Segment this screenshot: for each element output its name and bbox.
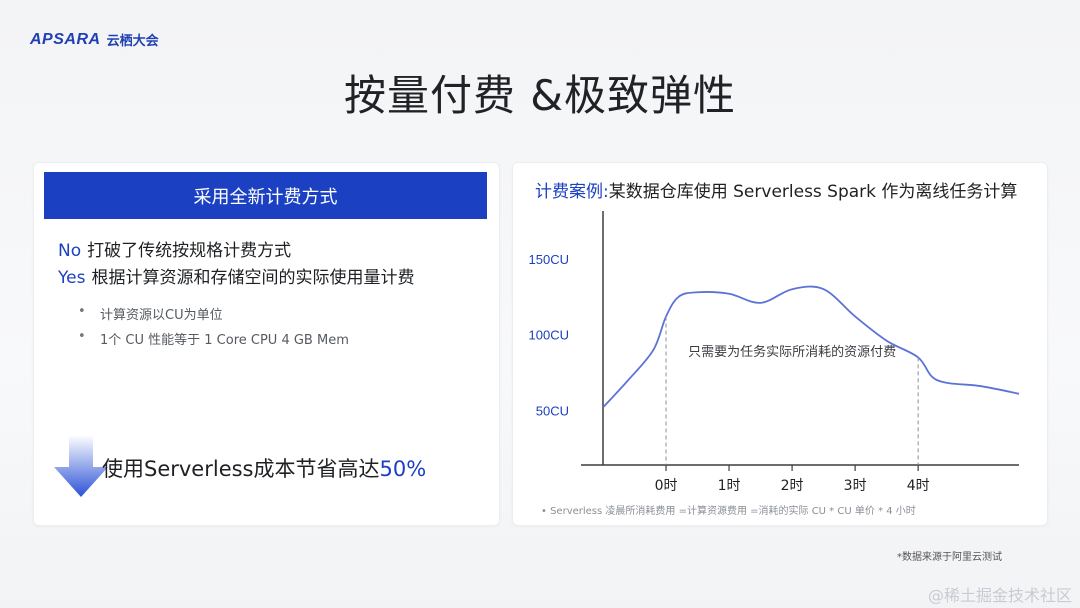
chart-annotation: 只需要为任务实际所消耗的资源付费 <box>688 344 896 360</box>
bullet-cu-unit: 计算资源以CU为单位 <box>78 304 223 323</box>
savings-text: 使用Serverless成本节省高达50% <box>102 453 426 483</box>
savings-value: 50% <box>379 457 427 481</box>
no-keyword: No <box>58 241 82 261</box>
logo-mark: APSARA <box>30 30 101 48</box>
billing-method-header: 采用全新计费方式 <box>44 172 487 219</box>
slide-title: 按量付费 &极致弹性 <box>343 71 737 120</box>
x-tick-label: 2时 <box>781 478 804 494</box>
x-tick-label: 0时 <box>655 478 678 494</box>
logo: APSARA 云栖大会 <box>30 30 159 50</box>
savings-prefix: 使用Serverless成本节省高达 <box>102 457 380 481</box>
watermark: @稀土掘金技术社区 <box>927 586 1072 605</box>
yes-line: Yes 根据计算资源和存储空间的实际使用量计费 <box>58 263 414 288</box>
no-line: No 打破了传统按规格计费方式 <box>58 236 291 261</box>
cu-usage-chart: 150CU 100CU 50CU 0时 1时 2时 3时 4时 只需要为任务实际所消耗的资源付费 <box>529 211 1020 494</box>
billing-method-panel: 采用全新计费方式 No 打破了传统按规格计费方式 Yes 根据计算资源和存储空间的实… <box>33 162 500 526</box>
yes-keyword: Yes <box>58 268 86 288</box>
no-text: 打破了传统按规格计费方式 <box>87 241 292 261</box>
y-tick-label: 150CU <box>529 252 569 267</box>
chart-footnote: • Serverless 凌晨所消耗费用 =计算资源费用 =消耗的实际 CU *… <box>541 506 916 517</box>
y-tick-label: 50CU <box>536 403 569 418</box>
x-tick-label: 3时 <box>844 478 867 494</box>
logo-text: 云栖大会 <box>106 34 159 49</box>
x-tick-label: 1时 <box>718 478 741 494</box>
x-tick-label: 4时 <box>907 478 930 494</box>
yes-text: 根据计算资源和存储空间的实际使用量计费 <box>91 268 415 288</box>
y-tick-label: 100CU <box>529 328 569 343</box>
bullet-cu-spec: 1个 CU 性能等于 1 Core CPU 4 GB Mem <box>78 329 349 348</box>
data-source-note: *数据来源于阿里云测试 <box>897 552 1002 563</box>
billing-case-panel: 计费案例:某数据仓库使用 Serverless Spark 作为离线任务计算 1… <box>512 162 1048 526</box>
down-arrow-icon <box>54 435 108 497</box>
